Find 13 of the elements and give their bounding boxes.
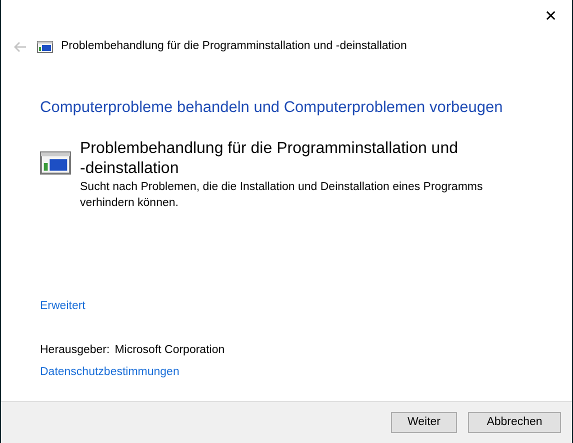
window-icon — [37, 41, 53, 53]
page-heading: Computerprobleme behandeln und Computerproblemen vorbeugen — [40, 98, 504, 118]
next-button[interactable]: Weiter — [391, 412, 457, 433]
publisher-name: Microsoft Corporation — [114, 342, 225, 358]
privacy-link[interactable]: Datenschutzbestimmungen — [40, 366, 180, 378]
close-button[interactable]: ✕ — [536, 5, 566, 29]
publisher-label: Herausgeber: — [40, 342, 110, 358]
window-title: Problembehandlung für die Programminstallation und -deinstallation — [61, 39, 407, 54]
troubleshooter-description: Sucht nach Problemen, die die Installation und Deinstallation eines Programms verhindern können. — [80, 180, 484, 212]
troubleshooter-icon — [40, 149, 71, 178]
advanced-link[interactable]: Erweitert — [40, 300, 86, 312]
troubleshooter-title[interactable]: Problembehandlung für die Programminstallation und -deinstallation — [80, 139, 520, 180]
cancel-button[interactable]: Abbrechen — [468, 412, 561, 433]
